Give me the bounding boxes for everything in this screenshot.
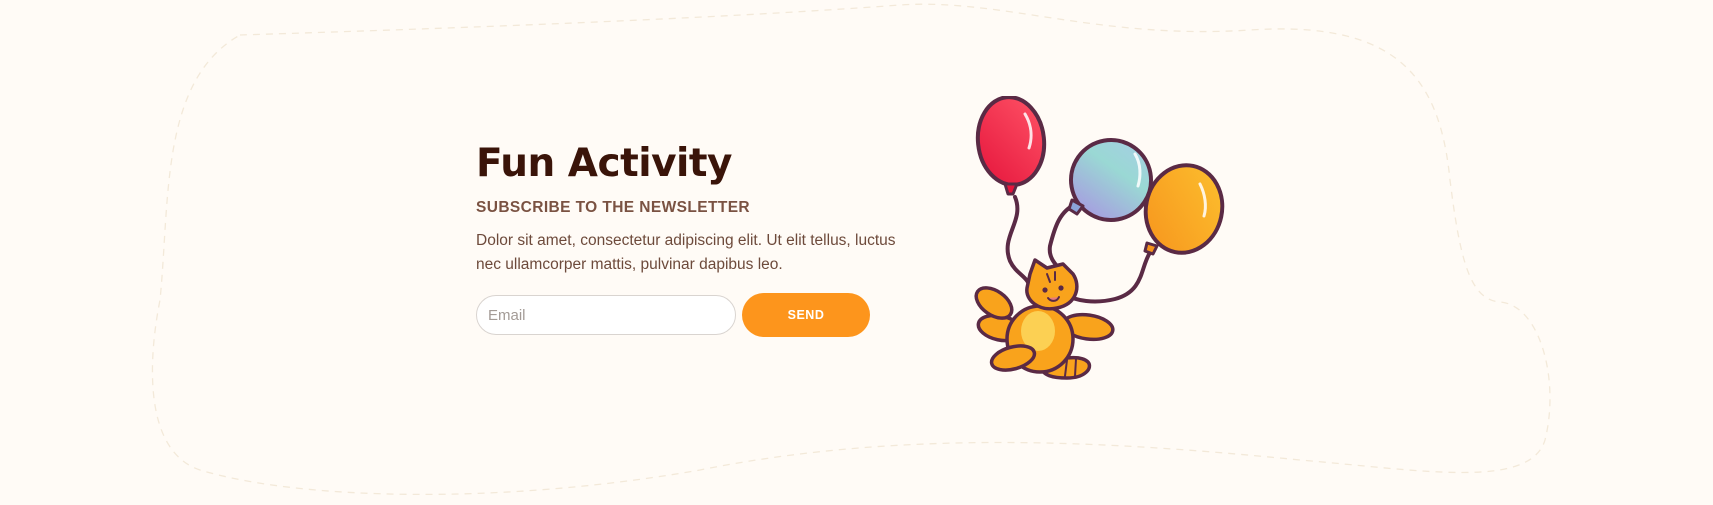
newsletter-section: Fun Activity SUBSCRIBE TO THE NEWSLETTER…: [476, 140, 926, 337]
newsletter-form: SEND: [476, 293, 926, 337]
email-input[interactable]: [476, 295, 736, 335]
cat-icon: [974, 258, 1115, 380]
section-description: Dolor sit amet, consectetur adipiscing e…: [476, 232, 896, 273]
section-subtitle: SUBSCRIBE TO THE NEWSLETTER: [476, 199, 751, 216]
send-button[interactable]: SEND: [742, 293, 870, 337]
cat-with-balloons-illustration: [974, 96, 1225, 380]
section-title: Fun Activity: [476, 141, 732, 186]
blue-balloon-icon: [1067, 138, 1153, 222]
red-balloon-icon: [975, 96, 1047, 196]
